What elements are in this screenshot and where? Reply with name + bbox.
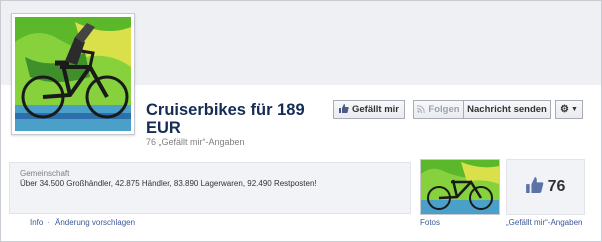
rss-icon — [417, 104, 426, 115]
profile-picture[interactable] — [11, 13, 135, 135]
gear-icon: ⚙ — [560, 104, 570, 115]
like-count: 76 — [547, 178, 566, 195]
likes-summary: 76 „Gefällt mir“-Angaben — [146, 137, 245, 147]
thumbs-up-icon — [525, 176, 544, 198]
send-message-label: Nachricht senden — [467, 104, 547, 115]
suggest-edit-link[interactable]: Änderung vorschlagen — [55, 218, 135, 227]
category-label: Gemeinschaft — [20, 169, 70, 178]
photos-thumbnail[interactable] — [420, 159, 500, 215]
about-text: Über 34.500 Großhändler, 42.875 Händler,… — [20, 179, 317, 188]
page-header: Cruiserbikes für 189 EUR 76 „Gefällt mir… — [0, 0, 602, 242]
bike-photo — [421, 160, 499, 214]
link-separator: · — [47, 218, 50, 227]
thumbs-up-icon — [339, 104, 349, 115]
about-section: Gemeinschaft Über 34.500 Großhändler, 42… — [9, 162, 411, 214]
likes-link[interactable]: „Gefällt mir“-Angaben — [506, 218, 582, 227]
follow-button-label: Folgen — [428, 104, 460, 115]
photos-link[interactable]: Fotos — [420, 218, 440, 227]
chevron-down-icon: ▼ — [571, 106, 578, 113]
settings-dropdown-button[interactable]: ⚙ ▼ — [555, 100, 583, 119]
info-link[interactable]: Info — [30, 218, 43, 227]
send-message-button[interactable]: Nachricht senden — [463, 100, 551, 119]
like-button-label: Gefällt mir — [352, 104, 399, 115]
cruiser-bike-image — [15, 17, 131, 131]
follow-button[interactable]: Folgen — [413, 100, 463, 119]
like-button[interactable]: Gefällt mir — [333, 100, 405, 119]
likes-counter-box[interactable]: 76 — [506, 159, 585, 215]
page-title: Cruiserbikes für 189 EUR — [146, 101, 305, 137]
